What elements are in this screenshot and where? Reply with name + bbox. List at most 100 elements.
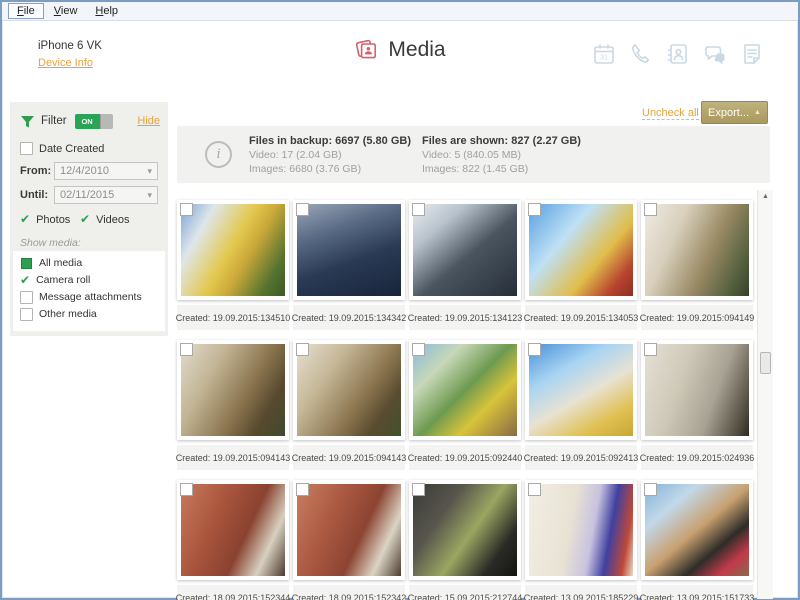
thumbnail-caption: Created: 18.09.2015:152342	[292, 585, 406, 600]
notes-icon[interactable]	[740, 42, 764, 66]
header-nav-icons: 31	[592, 42, 764, 66]
photos-checkbox-row[interactable]: ✔ Photos	[20, 213, 70, 226]
thumbnail-image	[645, 344, 749, 436]
thumbnail-image	[645, 204, 749, 296]
thumbnail-photo[interactable]	[293, 340, 405, 440]
media-thumbnail-tile[interactable]: Created: 19.09.2015:134510	[176, 200, 290, 330]
scrollbar-thumb[interactable]	[760, 352, 771, 374]
thumbnail-checkbox[interactable]	[528, 483, 541, 496]
media-type-message-attachments[interactable]: Message attachments	[20, 289, 165, 305]
thumbnail-photo[interactable]	[409, 200, 521, 300]
photos-label: Photos	[36, 213, 71, 226]
media-thumbnail-tile[interactable]: Created: 19.09.2015:094143	[292, 340, 406, 470]
media-thumbnail-tile[interactable]: Created: 13.09.2015:185229	[524, 480, 638, 600]
thumbnail-checkbox[interactable]	[412, 483, 425, 496]
media-thumbnail-tile[interactable]: Created: 18.09.2015:152344	[176, 480, 290, 600]
media-thumbnail-tile[interactable]: Created: 19.09.2015:094143	[176, 340, 290, 470]
empty-checkbox-icon	[20, 307, 33, 321]
menu-help[interactable]: Help	[87, 4, 126, 18]
contacts-icon[interactable]	[666, 42, 690, 66]
videos-checkbox-row[interactable]: ✔ Videos	[80, 213, 130, 226]
menu-file[interactable]: File	[8, 3, 44, 19]
thumbnail-caption: Created: 13.09.2015:151733	[640, 585, 754, 600]
from-date-select[interactable]: 12/4/2010 ▾	[54, 162, 158, 180]
thumbnail-checkbox[interactable]	[412, 343, 425, 356]
thumbnail-caption: Created: 19.09.2015:094143	[176, 445, 290, 470]
thumbnail-caption: Created: 19.09.2015:134123	[408, 305, 522, 330]
thumbnail-image	[413, 204, 517, 296]
thumbnail-photo[interactable]	[641, 200, 753, 300]
media-thumbnail-tile[interactable]: Created: 15.09.2015:212744	[408, 480, 522, 600]
thumbnail-photo[interactable]	[641, 480, 753, 580]
thumbnail-checkbox[interactable]	[644, 483, 657, 496]
thumbnail-checkbox[interactable]	[528, 343, 541, 356]
svg-text:31: 31	[600, 55, 608, 62]
thumbnail-checkbox[interactable]	[644, 203, 657, 216]
media-thumbnail-tile[interactable]: Created: 19.09.2015:092440	[408, 340, 522, 470]
thumbnail-checkbox[interactable]	[296, 343, 309, 356]
media-thumbnail-tile[interactable]: Created: 19.09.2015:134342	[292, 200, 406, 330]
thumbnail-checkbox[interactable]	[180, 203, 193, 216]
menu-view[interactable]: View	[46, 4, 86, 18]
thumbnail-photo[interactable]	[177, 340, 289, 440]
thumbnail-photo[interactable]	[525, 200, 637, 300]
thumbnail-photo[interactable]	[409, 340, 521, 440]
messages-icon[interactable]	[703, 42, 727, 66]
shown-summary: Files are shown: 827 (2.27 GB) Video: 5 …	[422, 134, 581, 176]
thumbnail-photo[interactable]	[525, 340, 637, 440]
date-created-row[interactable]: Date Created	[20, 142, 104, 155]
vertical-scrollbar[interactable]: ▲	[757, 190, 773, 599]
media-thumbnail-tile[interactable]: Created: 19.09.2015:094149	[640, 200, 754, 330]
export-button[interactable]: Export... ▲	[701, 101, 768, 124]
thumbnail-photo[interactable]	[409, 480, 521, 580]
thumbnail-image	[181, 484, 285, 576]
from-label: From:	[20, 165, 52, 177]
media-type-all-media[interactable]: All media	[20, 255, 165, 271]
thumbnail-photo[interactable]	[177, 480, 289, 580]
media-thumbnail-tile[interactable]: Created: 19.09.2015:134053	[524, 200, 638, 330]
date-until-row: Until: 02/11/2015 ▾	[20, 186, 158, 204]
videos-label: Videos	[96, 213, 130, 226]
calendar-icon[interactable]: 31	[592, 42, 616, 66]
media-type-camera-roll[interactable]: ✔ Camera roll	[20, 272, 165, 288]
until-date-select[interactable]: 02/11/2015 ▾	[54, 186, 158, 204]
filter-label: Filter	[41, 115, 67, 127]
thumbnail-checkbox[interactable]	[296, 483, 309, 496]
shown-total: Files are shown: 827 (2.27 GB)	[422, 135, 581, 147]
info-icon: i	[205, 141, 232, 168]
media-type-label: Camera roll	[36, 274, 91, 286]
until-date-value: 02/11/2015	[60, 189, 115, 201]
chevron-up-icon: ▲	[754, 109, 761, 116]
thumbnail-caption: Created: 19.09.2015:092413	[524, 445, 638, 470]
uncheck-all-link[interactable]: Uncheck all	[642, 107, 699, 120]
summary-bar: i Files in backup: 6697 (5.80 GB) Video:…	[177, 126, 770, 183]
thumbnail-photo[interactable]	[293, 200, 405, 300]
thumbnail-photo[interactable]	[525, 480, 637, 580]
thumbnail-caption: Created: 19.09.2015:094143	[292, 445, 406, 470]
thumbnail-checkbox[interactable]	[180, 343, 193, 356]
media-thumbnail-tile[interactable]: Created: 18.09.2015:152342	[292, 480, 406, 600]
phone-icon[interactable]	[629, 42, 653, 66]
thumbnail-image	[529, 344, 633, 436]
thumbnail-image	[529, 204, 633, 296]
media-thumbnail-tile[interactable]: Created: 19.09.2015:024936	[640, 340, 754, 470]
thumbnail-checkbox[interactable]	[528, 203, 541, 216]
hide-filter-link[interactable]: Hide	[137, 115, 160, 127]
thumbnail-photo[interactable]	[293, 480, 405, 580]
export-button-label: Export...	[708, 106, 750, 119]
chevron-down-icon: ▾	[147, 165, 152, 176]
thumbnail-checkbox[interactable]	[180, 483, 193, 496]
scroll-up-arrow-icon[interactable]: ▲	[758, 193, 773, 200]
filter-toggle[interactable]: ON	[74, 113, 113, 129]
thumbnail-checkbox[interactable]	[412, 203, 425, 216]
media-type-other-media[interactable]: Other media	[20, 306, 165, 322]
date-created-checkbox[interactable]	[20, 142, 33, 155]
media-thumbnail-tile[interactable]: Created: 13.09.2015:151733	[640, 480, 754, 600]
media-thumbnail-tile[interactable]: Created: 19.09.2015:092413	[524, 340, 638, 470]
thumbnail-photo[interactable]	[177, 200, 289, 300]
thumbnail-checkbox[interactable]	[644, 343, 657, 356]
media-thumbnail-tile[interactable]: Created: 19.09.2015:134123	[408, 200, 522, 330]
thumbnail-checkbox[interactable]	[296, 203, 309, 216]
thumbnail-photo[interactable]	[641, 340, 753, 440]
backup-video: Video: 17 (2.04 GB)	[249, 149, 342, 161]
